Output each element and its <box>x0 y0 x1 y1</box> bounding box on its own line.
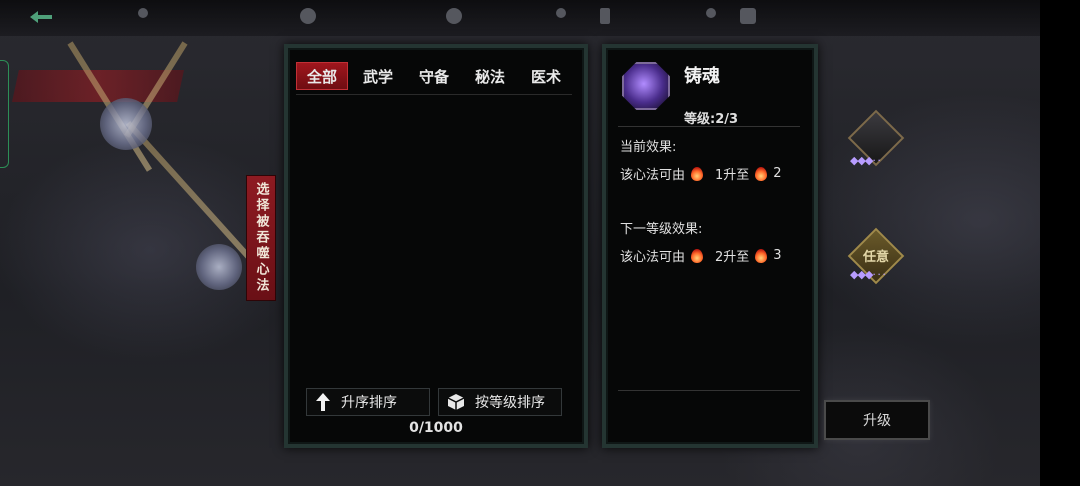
skill-level: 等级:2/3 <box>684 112 739 127</box>
upgrade-button[interactable]: 升级 <box>824 400 930 440</box>
devour-skill-label: 选择被吞噬心法 <box>246 175 276 301</box>
flame-icon <box>691 248 704 263</box>
current-effect-row: 该心法可由 1升至 2 <box>620 164 782 183</box>
flame-icon <box>755 166 768 181</box>
tab-martial[interactable]: 武学 <box>352 62 404 90</box>
back-arrow-icon[interactable] <box>28 9 54 25</box>
flame-icon <box>691 166 704 181</box>
energy-icon <box>600 8 610 24</box>
top-status-bar <box>0 0 1040 36</box>
divider <box>618 126 800 127</box>
effect-from: 1升至 <box>715 168 750 183</box>
divider <box>618 390 800 391</box>
slot-pips: ◆◆◆· · · <box>850 268 886 281</box>
plus-icon[interactable] <box>706 8 716 18</box>
plus-icon[interactable] <box>556 8 566 18</box>
purple-skill-icon <box>622 62 670 110</box>
skill-list-panel: 全部 武学 守备 秘法 医术 升序排序 按等级排序 0/1000 <box>284 44 588 448</box>
category-tabs: 全部 武学 守备 秘法 医术 <box>296 62 572 95</box>
resource-icon <box>138 8 148 18</box>
slot-pips: ◆◆◆· · <box>850 154 881 167</box>
tab-defense[interactable]: 守备 <box>408 62 460 90</box>
resource-item <box>446 8 462 24</box>
resource-item <box>300 8 316 24</box>
coin-icon <box>300 8 316 24</box>
effect-from: 2升至 <box>715 250 750 265</box>
effect-prefix: 该心法可由 <box>620 168 686 183</box>
skill-name: 铸魂 <box>684 66 720 87</box>
side-drawer-tab[interactable] <box>0 60 9 168</box>
tab-all[interactable]: 全部 <box>296 62 348 90</box>
effect-to: 2 <box>773 166 782 181</box>
sort-by-level-button[interactable]: 按等级排序 <box>438 388 562 416</box>
ticket-icon <box>740 8 756 24</box>
sort-by-level-label: 按等级排序 <box>475 395 545 411</box>
tree-node[interactable] <box>100 98 152 150</box>
effect-prefix: 该心法可由 <box>620 250 686 265</box>
next-effect-row: 该心法可由 2升至 3 <box>620 246 782 265</box>
tab-secret[interactable]: 秘法 <box>464 62 516 90</box>
resource-item <box>138 8 148 18</box>
gem-icon <box>446 8 462 24</box>
current-effect-title: 当前效果: <box>620 140 677 155</box>
skill-count: 0/1000 <box>409 420 463 436</box>
sort-ascending-label: 升序排序 <box>341 395 397 411</box>
tree-node[interactable] <box>196 244 242 290</box>
slot-any-label: 任意 <box>863 250 890 265</box>
up-arrow-icon <box>316 393 330 411</box>
resource-item <box>556 8 566 18</box>
tab-medical[interactable]: 医术 <box>520 62 572 90</box>
skill-detail-panel: 铸魂 等级:2/3 当前效果: 该心法可由 1升至 2 下一等级效果: 该心法可… <box>602 44 818 448</box>
resource-item <box>706 8 716 18</box>
effect-to: 3 <box>773 248 782 263</box>
flame-icon <box>755 248 768 263</box>
resource-item <box>600 8 610 24</box>
next-effect-title: 下一等级效果: <box>620 222 703 237</box>
resource-item <box>740 8 756 24</box>
skill-list-empty-area <box>296 98 572 380</box>
sort-ascending-button[interactable]: 升序排序 <box>306 388 430 416</box>
right-edge-bar <box>1040 0 1080 486</box>
box-icon <box>447 394 465 410</box>
